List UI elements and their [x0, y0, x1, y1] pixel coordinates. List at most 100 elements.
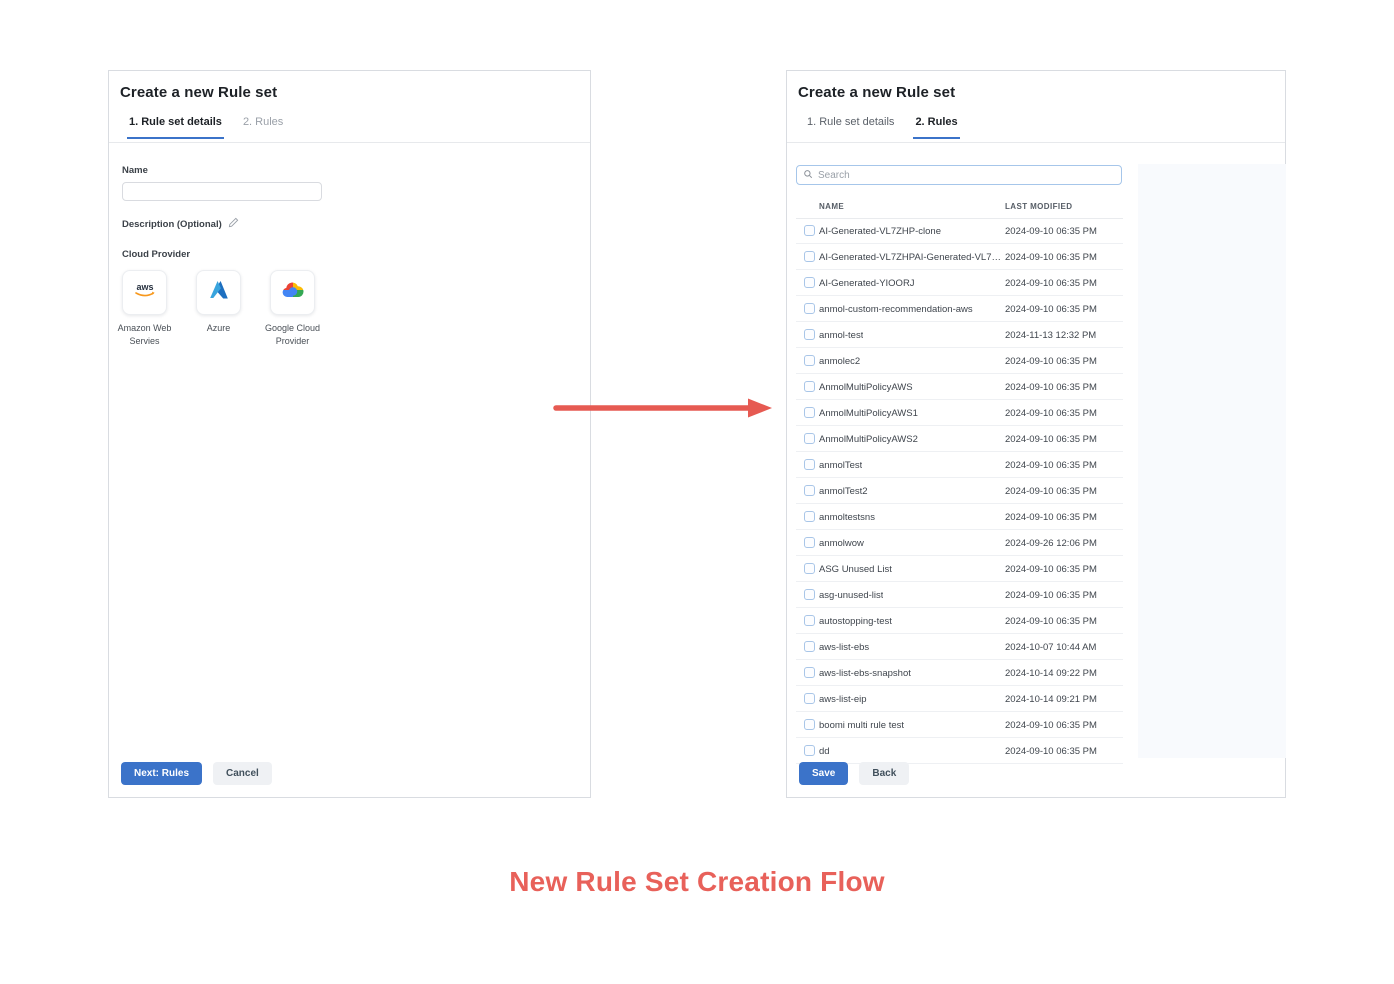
row-name: aws-list-ebs: [819, 642, 869, 653]
dialog-title: Create a new Rule set: [787, 71, 1285, 114]
wizard-tabbar: 1. Rule set details 2. Rules: [109, 114, 590, 143]
row-checkbox[interactable]: [804, 563, 815, 574]
table-row[interactable]: AnmolMultiPolicyAWS1 2024-09-10 06:35 PM: [796, 400, 1123, 426]
row-checkbox[interactable]: [804, 511, 815, 522]
row-checkbox[interactable]: [804, 485, 815, 496]
table-row[interactable]: AI-Generated-VL7ZHP-clone 2024-09-10 06:…: [796, 218, 1123, 244]
dialog-title: Create a new Rule set: [109, 71, 590, 114]
row-checkbox[interactable]: [804, 277, 815, 288]
table-row[interactable]: aws-list-ebs 2024-10-07 10:44 AM: [796, 634, 1123, 660]
rule-preview-panel: [1138, 164, 1286, 758]
row-modified: 2024-09-10 06:35 PM: [1005, 460, 1097, 471]
row-name: AI-Generated-VL7ZHP-clone: [819, 226, 941, 237]
row-name: AI-Generated-YIOORJ: [819, 278, 915, 289]
screenshot-stage: Create a new Rule set 1. Rule set detail…: [0, 0, 1394, 984]
rule-set-form: Name Description (Optional) Cloud Provid…: [109, 143, 590, 315]
table-row[interactable]: anmolTest 2024-09-10 06:35 PM: [796, 452, 1123, 478]
search-input[interactable]: [818, 170, 1115, 181]
table-row[interactable]: anmol-test 2024-11-13 12:32 PM: [796, 322, 1123, 348]
row-name: anmolec2: [819, 356, 860, 367]
row-checkbox[interactable]: [804, 251, 815, 262]
cloud-provider-options: aws Amazon Web Servies: [122, 270, 577, 315]
row-checkbox[interactable]: [804, 407, 815, 418]
row-modified: 2024-10-07 10:44 AM: [1005, 642, 1096, 653]
row-modified: 2024-09-10 06:35 PM: [1005, 434, 1097, 445]
edit-pencil-icon[interactable]: [228, 217, 239, 231]
row-checkbox[interactable]: [804, 303, 815, 314]
row-checkbox[interactable]: [804, 537, 815, 548]
row-checkbox[interactable]: [804, 589, 815, 600]
row-checkbox[interactable]: [804, 641, 815, 652]
cloud-provider-label: Cloud Provider: [122, 249, 577, 260]
tab-rules[interactable]: 2. Rules: [241, 114, 285, 137]
table-row[interactable]: asg-unused-list 2024-09-10 06:35 PM: [796, 582, 1123, 608]
cancel-button[interactable]: Cancel: [213, 762, 272, 785]
tab-rule-set-details[interactable]: 1. Rule set details: [805, 114, 896, 137]
row-modified: 2024-09-10 06:35 PM: [1005, 720, 1097, 731]
aws-icon: aws: [131, 277, 159, 308]
row-checkbox[interactable]: [804, 667, 815, 678]
table-row[interactable]: AnmolMultiPolicyAWS2 2024-09-10 06:35 PM: [796, 426, 1123, 452]
tab-rule-set-details[interactable]: 1. Rule set details: [127, 114, 224, 139]
row-name: boomi multi rule test: [819, 720, 904, 731]
row-name: anmolTest: [819, 460, 862, 471]
row-modified: 2024-10-14 09:22 PM: [1005, 668, 1097, 679]
row-name: AnmolMultiPolicyAWS1: [819, 408, 918, 419]
google-cloud-icon: [280, 278, 306, 307]
table-row[interactable]: AI-Generated-VL7ZHPAI-Generated-VL7ZHPAI…: [796, 244, 1123, 270]
row-checkbox[interactable]: [804, 329, 815, 340]
table-row[interactable]: anmolwow 2024-09-26 12:06 PM: [796, 530, 1123, 556]
row-checkbox[interactable]: [804, 693, 815, 704]
ruleset-table-body: AI-Generated-VL7ZHP-clone 2024-09-10 06:…: [796, 218, 1123, 764]
provider-option-azure[interactable]: Azure: [196, 270, 241, 315]
provider-option-gcp[interactable]: Google Cloud Provider: [270, 270, 315, 315]
table-row[interactable]: anmoltestsns 2024-09-10 06:35 PM: [796, 504, 1123, 530]
table-row[interactable]: aws-list-eip 2024-10-14 09:21 PM: [796, 686, 1123, 712]
row-modified: 2024-09-10 06:35 PM: [1005, 590, 1097, 601]
rules-search-box: [796, 165, 1122, 185]
row-checkbox[interactable]: [804, 719, 815, 730]
column-header-last-modified: LAST MODIFIED: [1005, 202, 1072, 211]
row-checkbox[interactable]: [804, 225, 815, 236]
row-modified: 2024-09-10 06:35 PM: [1005, 486, 1097, 497]
provider-option-aws[interactable]: aws Amazon Web Servies: [122, 270, 167, 315]
row-name: anmol-test: [819, 330, 863, 341]
row-modified: 2024-09-10 06:35 PM: [1005, 512, 1097, 523]
row-modified: 2024-10-14 09:21 PM: [1005, 694, 1097, 705]
name-label: Name: [122, 165, 577, 176]
row-checkbox[interactable]: [804, 615, 815, 626]
row-name: anmolTest2: [819, 486, 868, 497]
row-modified: 2024-09-10 06:35 PM: [1005, 304, 1097, 315]
flow-arrow: [552, 393, 776, 428]
row-modified: 2024-09-10 06:35 PM: [1005, 226, 1097, 237]
row-modified: 2024-09-10 06:35 PM: [1005, 252, 1097, 263]
back-button[interactable]: Back: [859, 762, 909, 785]
table-row[interactable]: anmolec2 2024-09-10 06:35 PM: [796, 348, 1123, 374]
table-row[interactable]: dd 2024-09-10 06:35 PM: [796, 738, 1123, 764]
save-button[interactable]: Save: [799, 762, 848, 785]
row-checkbox[interactable]: [804, 433, 815, 444]
row-modified: 2024-11-13 12:32 PM: [1005, 330, 1096, 341]
table-row[interactable]: autostopping-test 2024-09-10 06:35 PM: [796, 608, 1123, 634]
next-rules-button[interactable]: Next: Rules: [121, 762, 202, 785]
row-checkbox[interactable]: [804, 459, 815, 470]
table-row[interactable]: AI-Generated-YIOORJ 2024-09-10 06:35 PM: [796, 270, 1123, 296]
search-icon: [803, 166, 813, 184]
table-row[interactable]: aws-list-ebs-snapshot 2024-10-14 09:22 P…: [796, 660, 1123, 686]
name-input[interactable]: [122, 182, 322, 201]
table-row[interactable]: ASG Unused List 2024-09-10 06:35 PM: [796, 556, 1123, 582]
table-row[interactable]: anmol-custom-recommendation-aws 2024-09-…: [796, 296, 1123, 322]
table-row[interactable]: AnmolMultiPolicyAWS 2024-09-10 06:35 PM: [796, 374, 1123, 400]
row-name: aws-list-eip: [819, 694, 867, 705]
row-name: AI-Generated-VL7ZHPAI-Generated-VL7ZHPAI…: [819, 252, 1003, 263]
row-checkbox[interactable]: [804, 381, 815, 392]
row-name: dd: [819, 746, 830, 757]
row-modified: 2024-09-10 06:35 PM: [1005, 408, 1097, 419]
table-row[interactable]: boomi multi rule test 2024-09-10 06:35 P…: [796, 712, 1123, 738]
tab-rules[interactable]: 2. Rules: [913, 114, 959, 139]
row-checkbox[interactable]: [804, 745, 815, 756]
row-modified: 2024-09-10 06:35 PM: [1005, 382, 1097, 393]
caption-title: New Rule Set Creation Flow: [0, 866, 1394, 898]
row-checkbox[interactable]: [804, 355, 815, 366]
table-row[interactable]: anmolTest2 2024-09-10 06:35 PM: [796, 478, 1123, 504]
